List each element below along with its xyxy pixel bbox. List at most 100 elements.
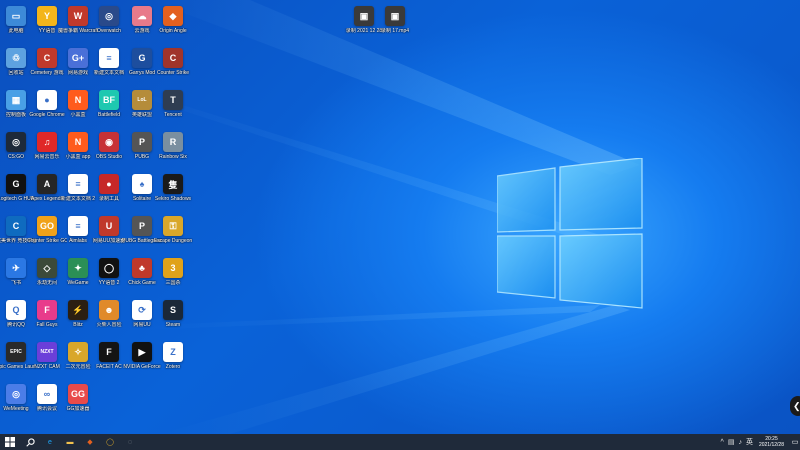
taskbar-app-button[interactable]: ◌ — [120, 434, 140, 450]
app-icon: ♫ — [37, 132, 57, 152]
app-icon: ◎ — [6, 132, 26, 152]
overlay-app-icon: ◯ — [106, 439, 114, 446]
desktop[interactable]: ▭此电脑YYY语音W魔兽争霸 Warcraft III◎Overwatch☁云游… — [0, 0, 800, 434]
app-icon: ⚿ — [163, 216, 183, 236]
app-icon: LoL — [132, 90, 152, 110]
taskbar-app-button[interactable]: ◆ — [80, 434, 100, 450]
desktop-icon[interactable]: F FACEIT AC — [93, 342, 125, 370]
app-icon: BF — [99, 90, 119, 110]
desktop-icon[interactable]: ☻ 火柴人冒险 — [93, 300, 125, 328]
app-icon: A — [37, 174, 57, 194]
taskbar-apps: e ▬ ◆ ◯ ◌ — [40, 434, 140, 450]
utility-app-icon: ◌ — [127, 438, 133, 446]
desktop-icon[interactable]: ◉ OBS Studio — [93, 132, 125, 160]
start-button[interactable] — [0, 434, 20, 450]
desktop-icon[interactable]: ≡ 新建文本文档 — [93, 48, 125, 76]
desktop-icon-label: 三国杀 — [165, 280, 181, 286]
app-icon: P — [132, 132, 152, 152]
app-icon: ▦ — [6, 90, 26, 110]
desktop-icon-label: Sekiro Shadows — [154, 196, 192, 202]
desktop-icon-label: GG加速器 — [66, 406, 90, 412]
app-icon: GG — [68, 384, 88, 404]
app-icon: ✈ — [6, 258, 26, 278]
app-icon: R — [163, 132, 183, 152]
desktop-icon[interactable]: 隻 Sekiro Shadows — [155, 174, 191, 202]
search-button[interactable] — [20, 434, 40, 450]
app-icon: N — [68, 90, 88, 110]
app-icon: GO — [37, 216, 57, 236]
desktop-icon[interactable]: ◆ Origin Angle — [157, 6, 189, 34]
desktop-icon[interactable]: ◎ Overwatch — [93, 6, 125, 34]
desktop-icon-label: Zotero — [165, 364, 181, 370]
app-icon: ▭ — [6, 6, 26, 26]
app-icon: ∞ — [37, 384, 57, 404]
app-icon: G+ — [68, 48, 88, 68]
ime-indicator[interactable]: 英 — [746, 437, 753, 447]
app-icon: Y — [37, 6, 57, 26]
app-icon: G — [132, 48, 152, 68]
desktop-icon[interactable]: ◯ YY语音 2 — [93, 258, 125, 286]
desktop-icon[interactable]: T Tencent — [157, 90, 189, 118]
app-icon: ◯ — [99, 258, 119, 278]
app-icon: ♲ — [6, 48, 26, 68]
desktop-icon[interactable]: Z Zotero — [157, 342, 189, 370]
video-file-icon: ▣ — [385, 6, 405, 26]
app-icon: ⚡ — [68, 300, 88, 320]
app-icon: ✧ — [68, 342, 88, 362]
app-icon: C — [163, 48, 183, 68]
app-icon: NZXT — [37, 342, 57, 362]
app-icon: 隻 — [163, 174, 183, 194]
search-icon — [25, 437, 35, 447]
app-icon: W — [68, 6, 88, 26]
desktop-icon[interactable]: S Steam — [157, 300, 189, 328]
app-icon: ◉ — [99, 132, 119, 152]
app-icon: ● — [37, 90, 57, 110]
windows-start-icon — [5, 437, 15, 447]
app-icon: F — [99, 342, 119, 362]
desktop-icon[interactable]: C Counter Strike — [157, 48, 189, 76]
desktop-file-label: 录制 17.mp4 — [380, 28, 410, 34]
taskbar-clock[interactable]: 20:25 2021/12/28 — [759, 436, 784, 448]
game-app-icon: ◆ — [87, 439, 93, 446]
desktop-icon[interactable]: R Rainbow Six — [157, 132, 189, 160]
notification-center-button[interactable]: ▭ — [790, 434, 800, 450]
app-icon: T — [163, 90, 183, 110]
app-icon: U — [99, 216, 119, 236]
app-icon: ≡ — [68, 174, 88, 194]
taskbar-app-button[interactable]: e — [40, 434, 60, 450]
desktop-icon[interactable]: 3 三国杀 — [157, 258, 189, 286]
windows-wallpaper-logo — [497, 158, 643, 309]
desktop-icon[interactable]: ● 录制工具 — [93, 174, 125, 202]
notification-icon: ▭ — [791, 439, 799, 446]
taskbar-app-button[interactable]: ◯ — [100, 434, 120, 450]
taskbar-app-button[interactable]: ▬ — [60, 434, 80, 450]
desktop-icon-label: Origin Angle — [159, 28, 187, 34]
desktop-icon-label: Counter Strike — [157, 70, 189, 76]
desktop-icon-label: Steam — [165, 322, 181, 328]
desktop-icon[interactable]: U 网易UU加速器 — [93, 216, 125, 244]
taskbar: e ▬ ◆ ◯ ◌ ^ ▤ ♪ 英 20:25 2021/12/28 ▭ — [0, 434, 800, 450]
app-icon: ◎ — [6, 384, 26, 404]
desktop-icon[interactable]: BF Battlefield — [93, 90, 125, 118]
app-icon: ♠ — [132, 174, 152, 194]
app-icon: Q — [6, 300, 26, 320]
network-icon[interactable]: ▤ — [728, 438, 735, 446]
app-icon: C — [37, 48, 57, 68]
app-icon: ♣ — [132, 258, 152, 278]
desktop-icon-label: Rainbow Six — [159, 154, 187, 160]
desktop-file-icon[interactable]: ▣ 录制 17.mp4 — [379, 6, 411, 34]
edge-icon: e — [48, 438, 52, 446]
side-panel-tab[interactable]: ❮ — [790, 396, 800, 416]
desktop-icon-label: Tencent — [164, 112, 182, 118]
chevron-left-icon: ❮ — [793, 400, 800, 411]
volume-icon[interactable]: ♪ — [738, 439, 742, 446]
tray-chevron-icon[interactable]: ^ — [721, 439, 724, 446]
desktop-icon[interactable]: ⚿ Escape Dungeon — [154, 216, 192, 244]
app-icon: ☁ — [132, 6, 152, 26]
app-icon: ✦ — [68, 258, 88, 278]
desktop-icon[interactable]: GG GG加速器 — [62, 384, 94, 412]
app-icon: ⟳ — [132, 300, 152, 320]
app-icon: EPIC — [6, 342, 26, 362]
video-file-icon: ▣ — [354, 6, 374, 26]
app-icon: S — [163, 300, 183, 320]
